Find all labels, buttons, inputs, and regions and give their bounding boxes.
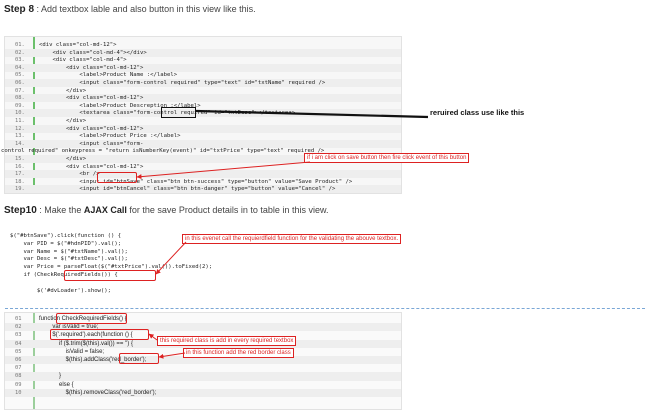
js-code-line: var Desc = $("#txtDesc").val();: [10, 256, 128, 263]
red-border-note: in this function add the red border clas…: [183, 348, 294, 358]
code-text: isValid = false;: [39, 348, 105, 355]
js-code-line: $("#btnSave").click(function () {: [10, 233, 122, 239]
save-click-note: if i am click on save button then fire c…: [304, 153, 470, 163]
step8-heading: Step 8 : Add textbox lable and also butt…: [4, 4, 256, 15]
line-number: 04: [15, 340, 22, 347]
fn-code-line: 07: [5, 364, 401, 372]
code-text: else {: [39, 381, 74, 388]
required-each-box: [50, 329, 149, 340]
fn-code-line: 10 $(this).removeClass('red_border');: [5, 388, 401, 397]
fn-code-line: 09 else {: [5, 381, 401, 389]
line-number: 01: [15, 316, 22, 322]
code-text: if ($.trim($(this).val()) == '') {: [39, 340, 133, 347]
js-code-line: var Name = $("#txtName").val();: [10, 248, 128, 255]
line-number: 08: [15, 373, 22, 380]
line-number: 02: [15, 324, 22, 331]
function-code-block: 01 function CheckRequiredFields() {02 var…: [4, 312, 402, 410]
step10-ajax: AJAX Call: [83, 205, 127, 215]
line-number: 19.: [15, 186, 25, 193]
line-number: 06: [15, 357, 22, 363]
btnsave-highlight-box: [97, 172, 137, 183]
code-line: 19. <input id="btnCancel" class="btn btn…: [5, 185, 401, 194]
step8-label: Step 8: [4, 4, 35, 15]
required-class-note: reruired class use like this: [430, 108, 525, 117]
line-number: 07: [15, 365, 22, 372]
step10-label: Step10: [4, 205, 37, 216]
line-number: 10: [15, 389, 22, 396]
code-text: $(this).removeClass('red_border');: [39, 389, 157, 396]
line-number: 03: [15, 332, 22, 339]
step10-heading: Step10 : Make the AJAX Call for the save…: [4, 205, 328, 216]
step8-text: : Add textbox lable and also button in t…: [34, 4, 256, 14]
fn-code-line: 08 }: [5, 372, 401, 381]
line-number: 05: [15, 348, 22, 355]
code-text: }: [39, 373, 62, 380]
call-required-note: in this evenet call the requierdfield fu…: [182, 234, 402, 244]
js-code-line: $('#dvLoader').show();: [10, 287, 112, 294]
checkrequired-fn-box: [56, 313, 127, 324]
dashed-separator: [5, 308, 645, 309]
checkrequired-call-box: [64, 270, 156, 281]
required-each-note: this required class is add in every requ…: [157, 336, 297, 346]
step10-text-pre: : Make the: [36, 205, 84, 215]
step10-text-post: for the save Product details in to table…: [126, 205, 329, 215]
red-border-box: [119, 353, 159, 364]
code-text: <input id="btnCancel" class="btn btn-dan…: [39, 186, 336, 193]
line-number: 09: [15, 381, 22, 388]
required-highlight-box: [161, 107, 196, 118]
js-code-line: var PID = $("#hdnPID").val();: [10, 240, 122, 247]
html-code-block: 01. <div class="col-md-12"> 02. <div class…: [1, 36, 402, 194]
